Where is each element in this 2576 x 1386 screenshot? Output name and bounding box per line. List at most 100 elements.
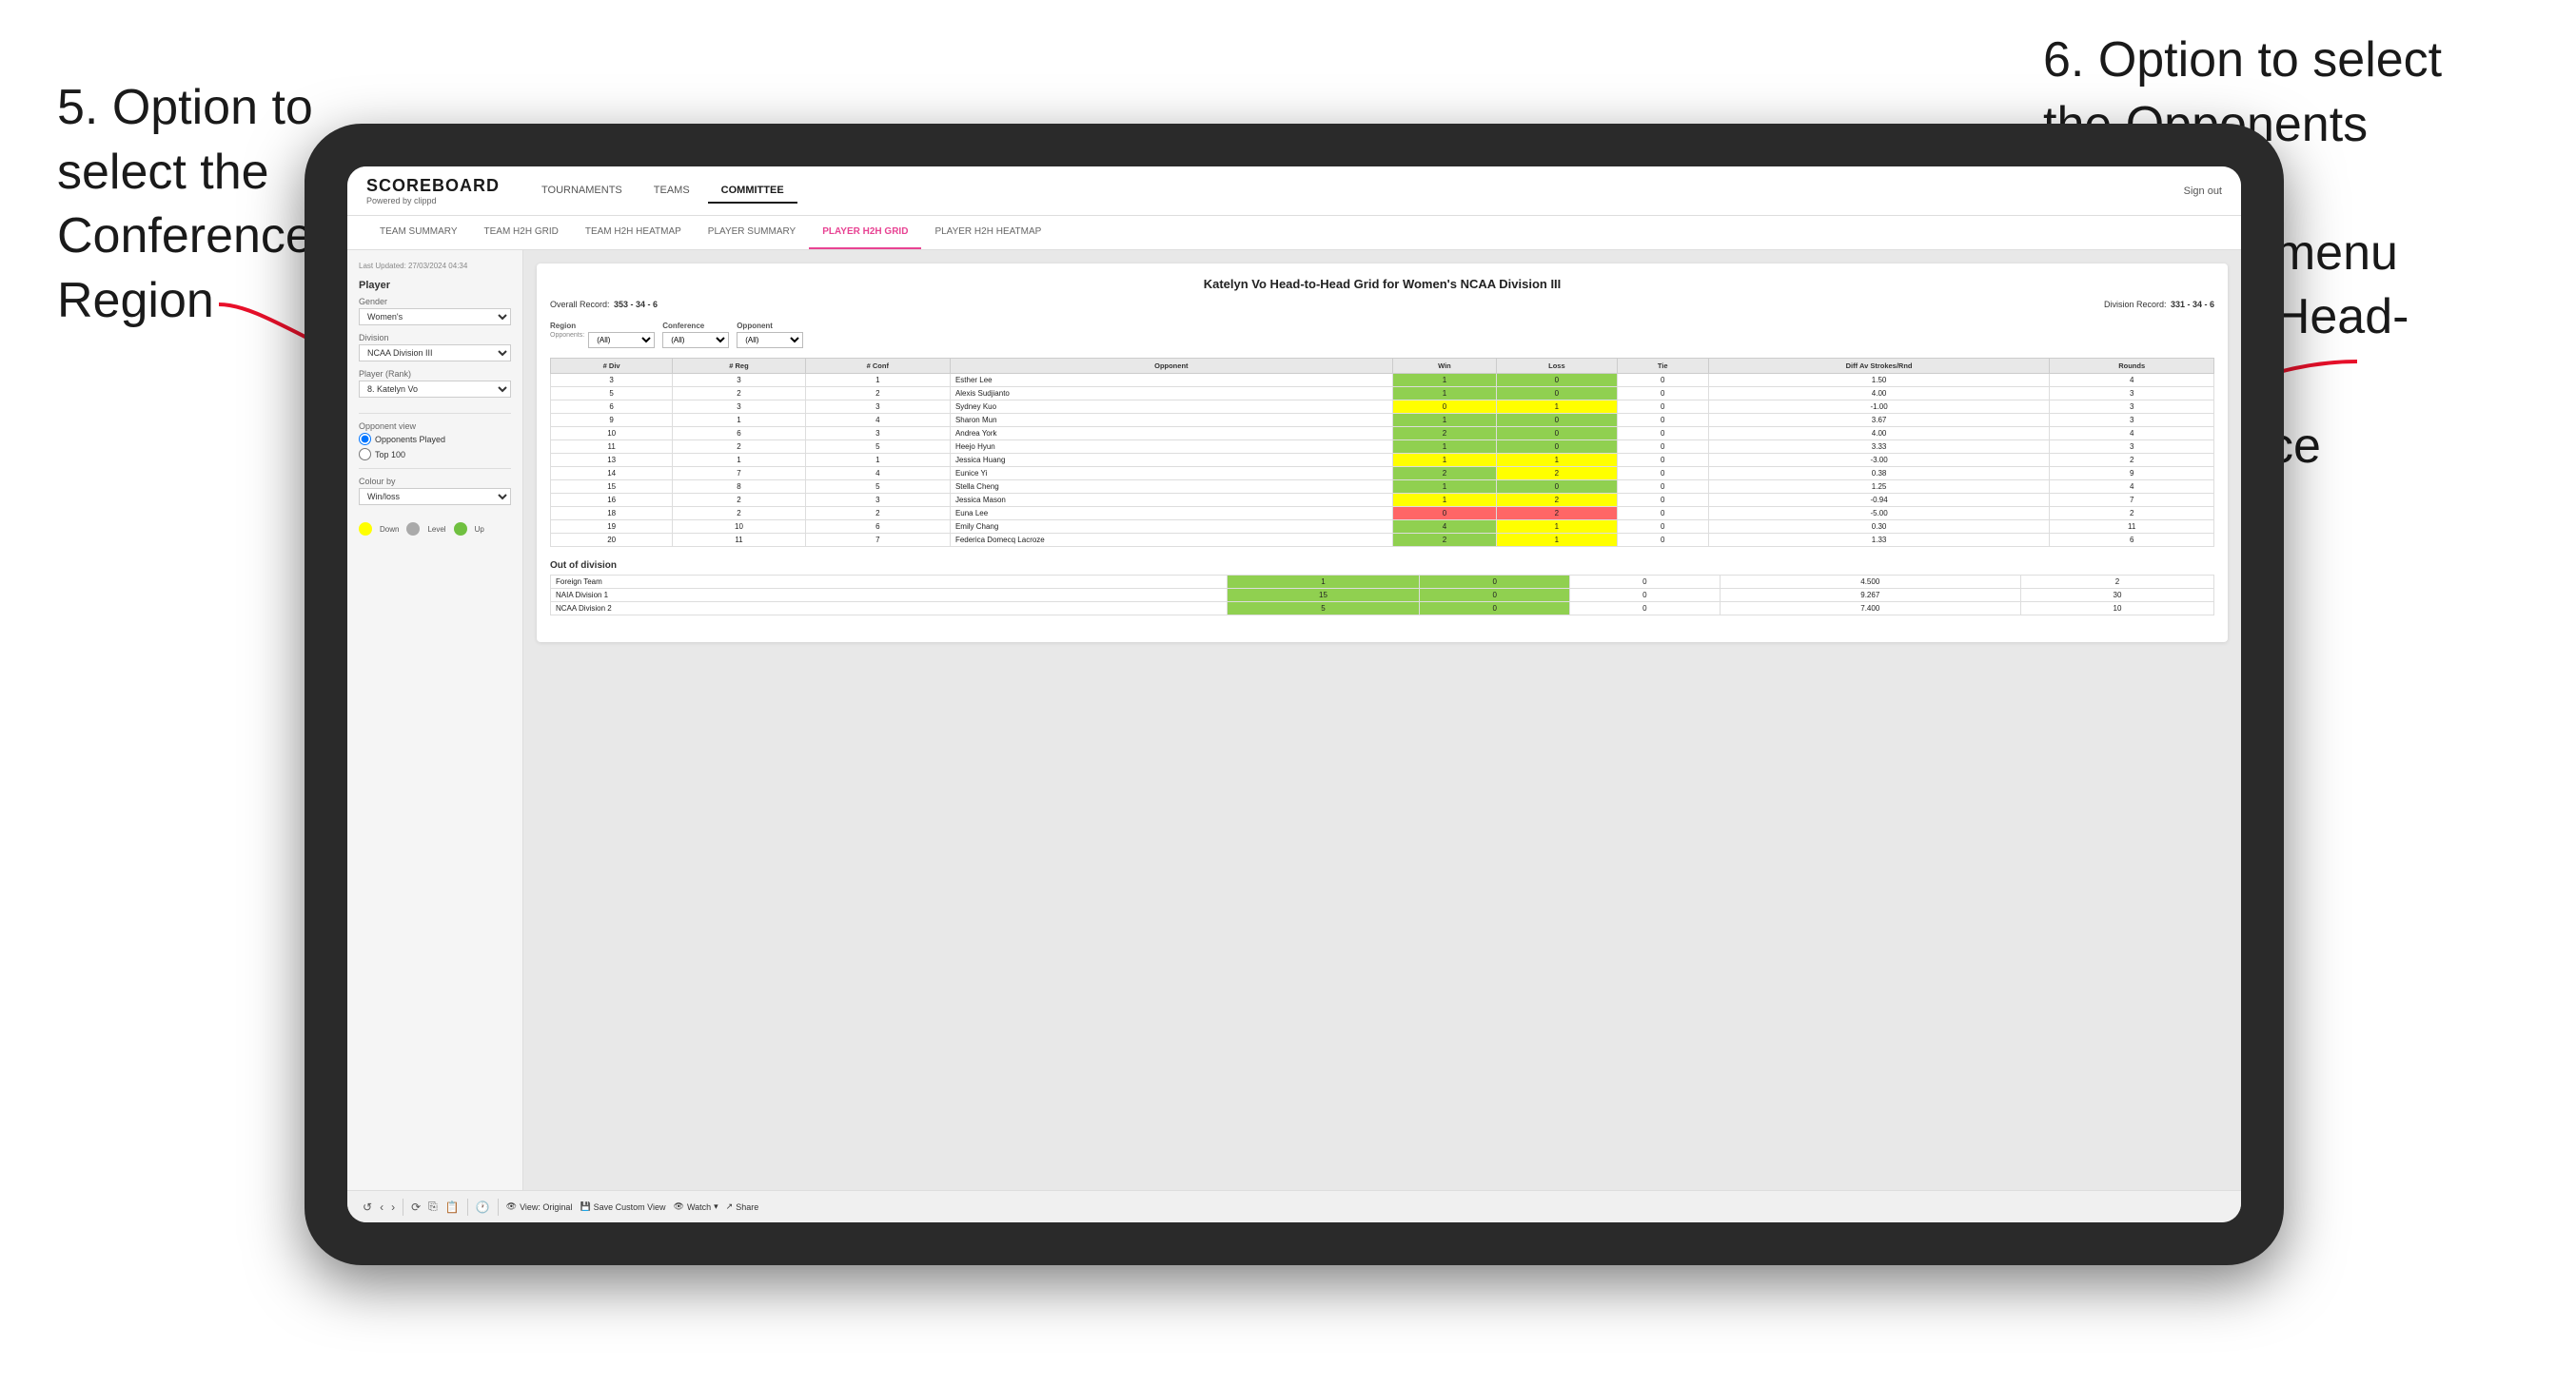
cell-reg: 1 [673, 414, 805, 427]
view-original-btn[interactable]: 👁 View: Original [506, 1201, 573, 1212]
toolbar: ↺ ‹ › ⟳ ⎘ 📋 🕐 👁 View: Original 💾 Save Cu… [347, 1190, 2241, 1222]
cell-name: Emily Chang [950, 520, 1392, 534]
cell-loss: 2 [1497, 494, 1617, 507]
circle-level-label: Level [427, 525, 445, 534]
cell-diff: -3.00 [1708, 454, 2050, 467]
sign-out-link[interactable]: Sign out [2184, 185, 2222, 197]
overall-record-label: Overall Record: [550, 300, 610, 309]
cell-rounds: 3 [2050, 414, 2214, 427]
watch-chevron: ▾ [714, 1201, 718, 1212]
opponent-view-label: Opponent view [359, 421, 511, 431]
cell-div: 11 [551, 440, 673, 454]
sub-tab-team-summary[interactable]: TEAM SUMMARY [366, 216, 471, 249]
cell-loss: 2 [1497, 507, 1617, 520]
opponent-select[interactable]: (All) [737, 332, 803, 348]
cell-reg: 6 [673, 427, 805, 440]
th-win: Win [1392, 359, 1496, 374]
cell-name: Heejo Hyun [950, 440, 1392, 454]
sidebar-timestamp: Last Updated: 27/03/2024 04:34 [359, 262, 511, 270]
cell-win: 1 [1392, 440, 1496, 454]
clock-icon[interactable]: 🕐 [476, 1201, 490, 1214]
table-row: 16 2 3 Jessica Mason 1 2 0 -0.94 7 [551, 494, 2214, 507]
cell-win: 2 [1392, 467, 1496, 480]
share-btn[interactable]: ↗ Share [726, 1201, 759, 1212]
forward-icon[interactable]: › [391, 1201, 395, 1214]
cell-conf: 4 [805, 414, 950, 427]
save-custom-btn[interactable]: 💾 Save Custom View [580, 1201, 665, 1212]
sub-tab-team-h2h-heatmap[interactable]: TEAM H2H HEATMAP [572, 216, 695, 249]
cell-conf: 6 [805, 520, 950, 534]
cell-rounds: 3 [2050, 440, 2214, 454]
ood-cell-diff: 9.267 [1720, 589, 2020, 602]
player-rank-select[interactable]: 8. Katelyn Vo [359, 381, 511, 398]
conference-select[interactable]: (All) [662, 332, 729, 348]
radio-opponents-played[interactable]: Opponents Played [359, 433, 511, 445]
cell-name: Jessica Huang [950, 454, 1392, 467]
cell-tie: 0 [1617, 440, 1708, 454]
circle-level [406, 522, 420, 536]
save-icon: 💾 [580, 1201, 590, 1212]
watch-btn[interactable]: 👁 Watch ▾ [674, 1201, 718, 1212]
nav-tournaments[interactable]: TOURNAMENTS [528, 179, 636, 204]
table-header-row: # Div # Reg # Conf Opponent Win Loss Tie… [551, 359, 2214, 374]
cell-loss: 1 [1497, 400, 1617, 414]
cell-conf: 3 [805, 427, 950, 440]
table-row: 15 8 5 Stella Cheng 1 0 0 1.25 4 [551, 480, 2214, 494]
cell-rounds: 9 [2050, 467, 2214, 480]
cell-tie: 0 [1617, 534, 1708, 547]
cell-loss: 0 [1497, 374, 1617, 387]
region-select[interactable]: (All) [588, 332, 655, 348]
division-select[interactable]: NCAA Division III [359, 344, 511, 361]
content-card: Katelyn Vo Head-to-Head Grid for Women's… [537, 264, 2228, 642]
sub-nav: TEAM SUMMARY TEAM H2H GRID TEAM H2H HEAT… [347, 216, 2241, 250]
cell-diff: 3.67 [1708, 414, 2050, 427]
cell-name: Sharon Mun [950, 414, 1392, 427]
th-loss: Loss [1497, 359, 1617, 374]
ood-table-body: Foreign Team 1 0 0 4.500 2 NAIA Division… [551, 576, 2214, 615]
cell-rounds: 11 [2050, 520, 2214, 534]
cell-conf: 3 [805, 494, 950, 507]
cell-loss: 1 [1497, 534, 1617, 547]
cell-win: 2 [1392, 427, 1496, 440]
filter-row: Region Opponents: (All) Conference [550, 322, 2214, 348]
player-rank-label: Player (Rank) [359, 369, 511, 379]
cell-div: 6 [551, 400, 673, 414]
undo-icon[interactable]: ↺ [363, 1201, 372, 1214]
cell-tie: 0 [1617, 520, 1708, 534]
sub-tab-team-h2h-grid[interactable]: TEAM H2H GRID [471, 216, 572, 249]
paste-icon[interactable]: 📋 [445, 1201, 460, 1214]
division-record-label: Division Record: [2104, 300, 2167, 309]
cell-reg: 2 [673, 507, 805, 520]
cell-reg: 3 [673, 374, 805, 387]
cell-loss: 2 [1497, 467, 1617, 480]
nav-committee[interactable]: COMMITTEE [708, 179, 797, 204]
ood-cell-tie: 0 [1570, 576, 1721, 589]
radio-top100[interactable]: Top 100 [359, 448, 511, 460]
ood-table-row: NAIA Division 1 15 0 0 9.267 30 [551, 589, 2214, 602]
copy-icon[interactable]: ⎘ [428, 1200, 438, 1214]
gender-label: Gender [359, 297, 511, 306]
table-body: 3 3 1 Esther Lee 1 0 0 1.50 4 5 2 2 Alex… [551, 374, 2214, 547]
sidebar-divider-2 [359, 468, 511, 469]
cell-div: 3 [551, 374, 673, 387]
annotation-left-l4: Region [57, 273, 214, 328]
annotation-right-l1: 6. Option to select [2043, 32, 2442, 88]
watch-label: Watch [687, 1202, 711, 1212]
refresh-icon[interactable]: ⟳ [411, 1201, 421, 1214]
cell-diff: -0.94 [1708, 494, 2050, 507]
cell-tie: 0 [1617, 387, 1708, 400]
cell-diff: 0.38 [1708, 467, 2050, 480]
gender-select[interactable]: Women's [359, 308, 511, 325]
sub-tab-player-h2h-grid[interactable]: PLAYER H2H GRID [809, 216, 921, 249]
sub-tab-player-summary[interactable]: PLAYER SUMMARY [695, 216, 809, 249]
colour-by-select[interactable]: Win/loss [359, 488, 511, 505]
nav-teams[interactable]: TEAMS [640, 179, 703, 204]
cell-rounds: 3 [2050, 387, 2214, 400]
cell-div: 5 [551, 387, 673, 400]
th-div: # Div [551, 359, 673, 374]
back-icon[interactable]: ‹ [380, 1201, 383, 1214]
cell-tie: 0 [1617, 494, 1708, 507]
sub-tab-player-h2h-heatmap[interactable]: PLAYER H2H HEATMAP [921, 216, 1054, 249]
eye-icon: 👁 [506, 1201, 517, 1212]
overall-record-value: 353 - 34 - 6 [614, 300, 658, 309]
